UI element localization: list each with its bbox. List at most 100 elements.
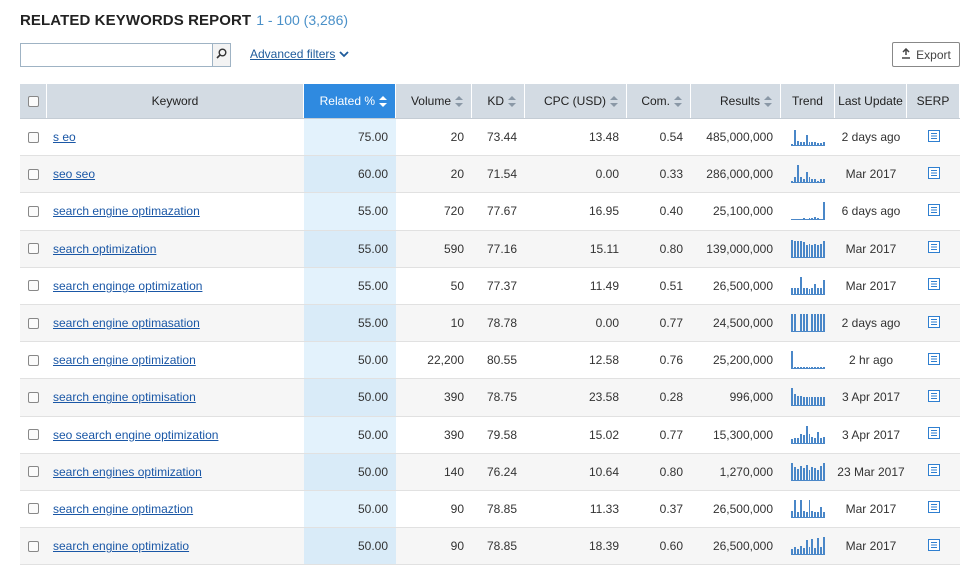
trend-bar [820,143,823,146]
row-checkbox[interactable] [28,354,39,366]
com-cell: 0.76 [659,353,683,368]
serp-cell [907,193,960,229]
column-com-label: Com. [641,94,670,108]
column-keyword[interactable]: Keyword [47,84,304,118]
serp-icon[interactable] [927,464,940,479]
trend-bar [799,141,802,146]
trend-sparkline [791,128,826,147]
serp-icon[interactable] [927,166,940,182]
trend-bar [814,243,817,257]
trend-cell [781,119,835,155]
keyword-cell: search enginge optimization [47,268,304,304]
table-row: search enginge optimization 55.00 50 77.37 1… [20,267,960,305]
keyword-link[interactable]: seo search engine optimization [53,428,218,442]
last-update-cell: 3 Apr 2017 [841,427,901,442]
trend-bar [793,314,796,332]
serp-cell [907,417,960,453]
serp-icon[interactable] [927,278,940,293]
last-update-cell: 6 days ago [841,204,901,219]
result-range: 1 - 100 (3,286) [256,12,349,28]
row-checkbox[interactable] [28,280,39,292]
serp-icon[interactable] [927,203,940,219]
last-update-cell: 2 days ago [841,316,901,331]
cpc-cell: 11.49 [589,278,619,293]
keyword-link[interactable]: search engines optimization [53,465,202,479]
trend-bar [817,143,820,146]
keyword-link[interactable]: search engine optimisation [53,390,196,404]
keyword-link[interactable]: s eo [53,130,76,144]
row-checkbox[interactable] [28,205,39,217]
column-com[interactable]: Com. [627,84,691,118]
advanced-filters-link[interactable]: Advanced filters [250,47,350,61]
keyword-link[interactable]: search engine optimaztion [53,502,193,516]
column-results[interactable]: Results [691,84,781,118]
row-checkbox[interactable] [28,317,39,329]
sort-icon [674,95,682,107]
cpc-cell: 10.64 [588,464,619,479]
trend-bar [811,314,814,332]
last-update-cell: Mar 2017 [845,501,897,516]
kd-cell: 77.37 [486,278,517,293]
volume-cell: 390 [443,390,464,405]
row-checkbox[interactable] [28,391,39,403]
search-icon [216,46,227,64]
serp-icon[interactable] [927,241,940,256]
trend-cell [781,156,835,192]
trend-bar [799,499,802,517]
kd-cell: 77.16 [486,241,517,256]
trend-bar [811,366,814,369]
row-checkbox[interactable] [28,540,39,552]
column-cpc[interactable]: CPC (USD) [525,84,627,118]
related-cell: 50.00 [304,490,396,528]
kd-cell: 78.85 [486,539,517,554]
row-checkbox[interactable] [28,429,39,441]
serp-icon[interactable] [927,352,940,368]
column-volume[interactable]: Volume [396,84,472,118]
table-row: search optimization 55.00 590 77.16 15.11 0.8… [20,230,960,268]
trend-bar [799,218,802,220]
search-button[interactable] [212,43,231,67]
serp-cell [907,268,960,304]
table-row: seo seo 60.00 20 71.54 0.00 0.33 286,000,000 Ma… [20,156,960,194]
table-row: search engine optimasation 55.00 10 78.78 0.… [20,304,960,343]
serp-icon[interactable] [927,389,940,405]
row-checkbox[interactable] [28,466,39,478]
keyword-link[interactable]: search enginge optimization [53,279,202,293]
results-cell: 25,100,000 [712,204,773,219]
keyword-link[interactable]: search engine optimazation [53,204,200,218]
keyword-link[interactable]: search engine optimization [53,353,196,367]
row-checkbox[interactable] [28,243,39,255]
table-row: search engine optimisation 50.00 390 78.75 2… [20,379,960,417]
row-checkbox[interactable] [28,503,39,515]
trend-bar [811,217,814,220]
trend-bar [796,468,799,480]
trend-bar [793,240,796,257]
trend-bar [811,178,814,183]
keyword-link[interactable]: search optimization [53,242,156,256]
trend-bar [808,217,811,220]
row-checkbox[interactable] [28,168,39,180]
table-row: seo search engine optimization 50.00 390 79… [20,416,960,454]
search-input[interactable] [20,43,212,67]
keyword-link[interactable]: search engine optimasation [53,316,200,330]
serp-icon[interactable] [927,315,940,331]
keyword-cell: search engine optimazation [47,193,304,229]
serp-icon[interactable] [927,501,940,516]
select-all-checkbox[interactable] [27,95,39,107]
keyword-link[interactable]: search engine optimizatio [53,539,189,553]
column-kd[interactable]: KD [472,84,525,118]
row-select-cell [20,119,47,155]
column-related[interactable]: Related % [304,84,396,118]
export-button[interactable]: Export [892,42,960,67]
serp-icon[interactable] [927,427,940,442]
trend-bar [814,366,817,369]
serp-icon[interactable] [927,538,940,554]
page-title: RELATED KEYWORDS REPORT [20,12,252,29]
trend-bar [823,202,826,220]
serp-icon[interactable] [927,129,940,145]
row-checkbox[interactable] [28,131,39,143]
keyword-cell: seo search engine optimization [47,417,304,453]
trend-bar [817,432,820,443]
keyword-link[interactable]: seo seo [53,167,95,181]
trend-bar [799,314,802,332]
